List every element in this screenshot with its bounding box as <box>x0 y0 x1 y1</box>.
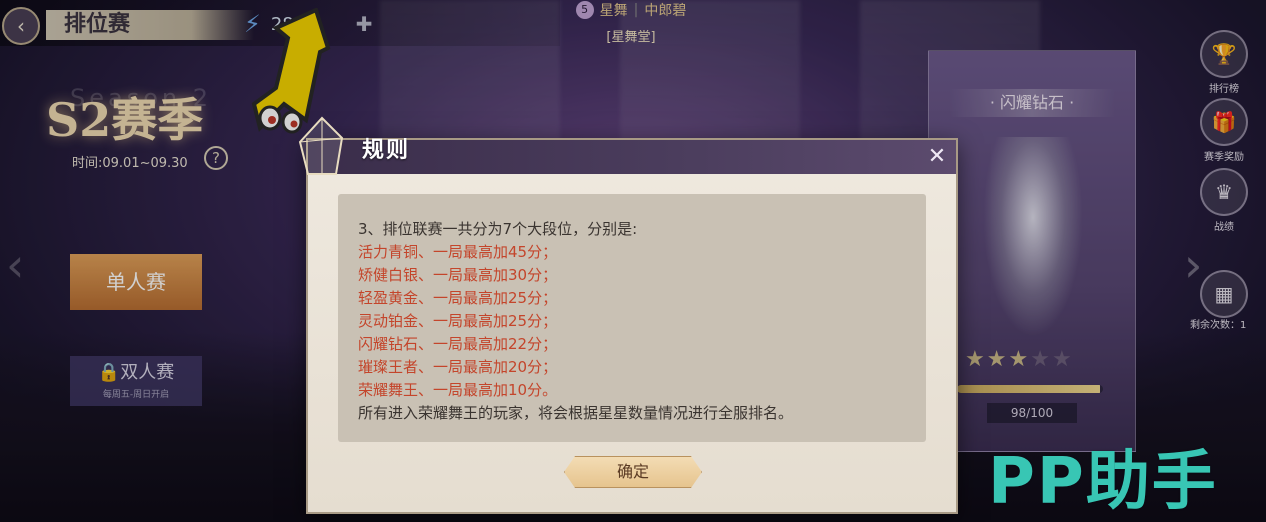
confirm-button[interactable]: 确定 <box>564 456 702 488</box>
dialog-header: 规则 ✕ <box>298 116 956 175</box>
rules-tier: 璀璨王者、一局最高加20分； <box>358 358 558 376</box>
rules-tier: 灵动铂金、一局最高加25分； <box>358 312 558 330</box>
rules-footer: 所有进入荣耀舞王的玩家，将会根据星星数量情况进行全服排名。 <box>358 404 794 422</box>
rules-intro: 3、排位联赛一共分为7个大段位，分别是: <box>358 220 638 238</box>
rules-dialog: 规则 ✕ 3、排位联赛一共分为7个大段位，分别是: 活力青铜、一局最高加45分；… <box>298 116 958 514</box>
rules-tier: 荣耀舞王、一局最高加10分。 <box>358 381 558 399</box>
dialog-title: 规则 <box>362 138 411 163</box>
crystal-icon <box>298 116 344 175</box>
rules-text: 3、排位联赛一共分为7个大段位，分别是: 活力青铜、一局最高加45分； 矫健白银… <box>358 218 793 425</box>
rules-tier: 轻盈黄金、一局最高加25分； <box>358 289 558 307</box>
rules-tier: 矫健白银、一局最高加30分； <box>358 266 558 284</box>
rules-tier: 闪耀钻石、一局最高加22分； <box>358 335 558 353</box>
pp-assistant-watermark: PP助手 <box>988 445 1218 519</box>
close-icon[interactable]: ✕ <box>924 144 950 170</box>
rules-content-box: 3、排位联赛一共分为7个大段位，分别是: 活力青铜、一局最高加45分； 矫健白银… <box>338 194 926 442</box>
rules-tier: 活力青铜、一局最高加45分； <box>358 243 558 261</box>
